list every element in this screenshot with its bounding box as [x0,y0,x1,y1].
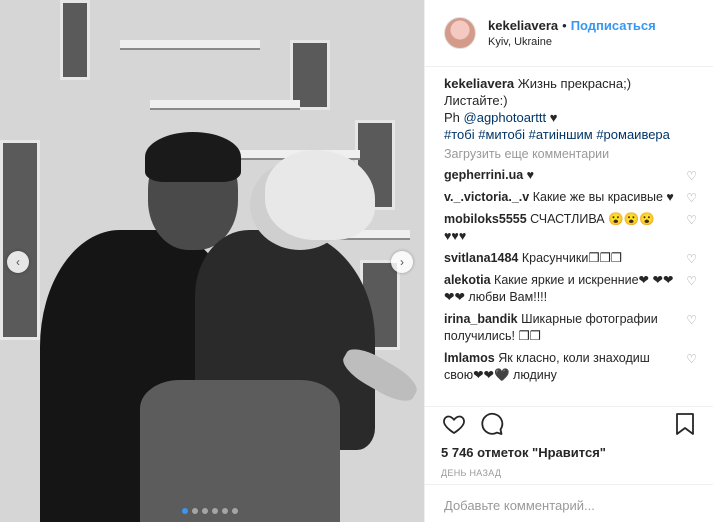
load-more-comments-button[interactable]: Загрузить еще комментарии [444,147,697,161]
carousel-dot [222,508,228,514]
comment-text: Красунчики❒❒❒ [518,251,622,265]
list-item: irina_bandik Шикарные фотографии получил… [444,311,697,345]
carousel-dot [192,508,198,514]
post-side-panel: kekeliavera • Подписаться Kyiv, Ukraine … [424,0,713,522]
heart-icon[interactable] [441,411,467,437]
likes-count[interactable]: 5 746 отметок "Нравится" [441,445,698,460]
carousel-indicator [182,508,238,514]
location-link[interactable]: Kyiv, Ukraine [488,36,656,48]
caption-username[interactable]: kekeliavera [444,76,514,91]
comment-input[interactable] [444,498,674,513]
follow-button[interactable]: Подписаться [571,18,656,33]
chevron-right-icon: › [400,255,404,269]
comment-like-heart-icon[interactable]: ♡ [686,274,697,288]
comment-username[interactable]: gepherrini.ua [444,168,523,182]
photo-man-hair [145,132,241,182]
caption-line2: Листайте:) [444,93,508,108]
comment-username[interactable]: mobiloks5555 [444,212,527,226]
caption-hashtags[interactable]: #тобі #митобі #атиіншим #ромаивера [444,127,670,142]
comment-like-heart-icon[interactable]: ♡ [686,191,697,205]
header-username[interactable]: kekeliavera [488,18,558,33]
caption-line3-prefix: Ph [444,110,464,125]
carousel-dot [212,508,218,514]
carousel-next-button[interactable]: › [391,251,413,273]
comment-text: ♥ [523,168,535,182]
list-item: gepherrini.ua ♥ ♡ [444,167,697,184]
list-item: v._.victoria._.v Какие же вы красивые ♥ … [444,189,697,206]
avatar[interactable] [444,17,476,49]
post-timestamp: ДЕНЬ НАЗАД [441,468,502,478]
list-item: svitlana1484 Красунчики❒❒❒ ♡ [444,250,697,267]
carousel-prev-button[interactable]: ‹ [7,251,29,273]
comment-username[interactable]: svitlana1484 [444,251,518,265]
comment-like-heart-icon[interactable]: ♡ [686,352,697,366]
bookmark-icon[interactable] [672,411,698,437]
caption: kekeliavera Жизнь прекрасна;) Листайте:)… [444,75,697,143]
caption-line3-suffix: ♥ [546,110,558,125]
photo-window [0,140,40,340]
photo-skirt [140,380,340,522]
chevron-left-icon: ‹ [16,255,20,269]
list-item: alekotia Какие яркие и искренние❤ ❤❤❤❤ л… [444,272,697,306]
photo-balcony [150,100,300,108]
caption-line1: Жизнь прекрасна;) [514,76,632,91]
list-item: lmlamos Як класно, коли знаходиш свою❤❤🖤… [444,350,697,384]
header-separator: • [562,18,567,33]
speech-bubble-icon[interactable] [479,411,505,437]
list-item: mobiloks5555 СЧАСТЛИВА 😮😮😮♥♥♥ ♡ [444,211,697,245]
comment-like-heart-icon[interactable]: ♡ [686,313,697,327]
post-header: kekeliavera • Подписаться Kyiv, Ukraine [425,0,713,67]
comment-like-heart-icon[interactable]: ♡ [686,252,697,266]
caption-mention[interactable]: @agphotoarttt [464,110,547,125]
comment-like-heart-icon[interactable]: ♡ [686,169,697,183]
photo-balcony [120,40,260,48]
post-photo[interactable]: ‹ › [0,0,424,522]
add-comment-section [425,484,713,522]
comment-username[interactable]: alekotia [444,273,491,287]
carousel-dot [182,508,188,514]
post-actions: 5 746 отметок "Нравится" ДЕНЬ НАЗАД [425,406,713,478]
carousel-dot [202,508,208,514]
comment-username[interactable]: lmlamos [444,351,495,365]
comment-text: Какие же вы красивые ♥ [529,190,674,204]
photo-window [60,0,90,80]
comment-username[interactable]: v._.victoria._.v [444,190,529,204]
comments-list[interactable]: kekeliavera Жизнь прекрасна;) Листайте:)… [425,67,713,398]
carousel-dot [232,508,238,514]
comment-like-heart-icon[interactable]: ♡ [686,213,697,227]
comment-username[interactable]: irina_bandik [444,312,518,326]
